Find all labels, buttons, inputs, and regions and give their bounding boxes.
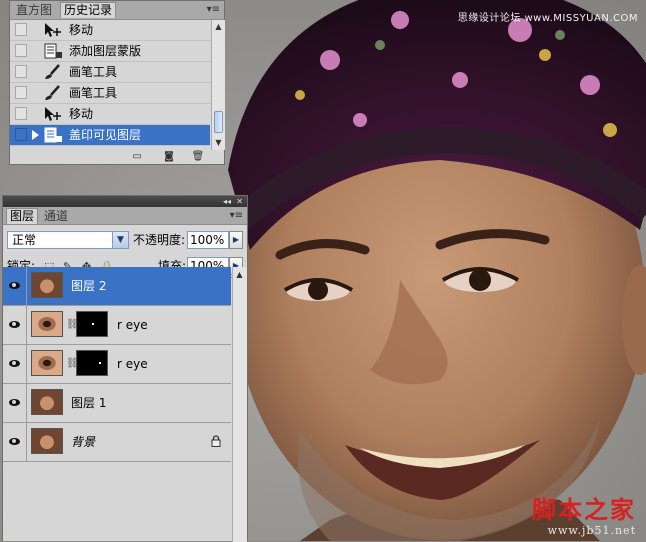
history-item[interactable]: 画笔工具 xyxy=(10,83,210,104)
opacity-input[interactable]: 100% xyxy=(187,231,229,249)
opacity-label: 不透明度: xyxy=(133,233,186,247)
blend-mode-value: 正常 xyxy=(12,233,37,247)
scroll-up-icon[interactable]: ▲ xyxy=(213,21,224,32)
snapshot-source-checkbox[interactable] xyxy=(15,86,27,99)
history-item[interactable]: 添加图层蒙版 xyxy=(10,41,210,62)
panel-menu-icon[interactable]: ▾≡ xyxy=(230,208,243,223)
new-document-from-state-icon[interactable]: ▭ xyxy=(130,151,144,163)
visibility-toggle[interactable] xyxy=(3,345,27,383)
eye-icon[interactable] xyxy=(9,321,20,328)
layer-row[interactable]: 背景 xyxy=(3,423,231,462)
snapshot-source-checkbox[interactable] xyxy=(15,23,27,36)
layer-row[interactable]: 图层 1 xyxy=(3,384,231,423)
layer-name[interactable]: 图层 2 xyxy=(71,278,106,294)
move-tool-icon xyxy=(45,23,61,37)
layer-thumbnail[interactable] xyxy=(31,272,63,298)
visibility-toggle[interactable] xyxy=(3,423,27,461)
layers-panel: ◂◂ ✕ 图层 通道 ▾≡ 正常 ▼ 不透明度: 100% ▶ 锁定: ⬚ ✎ … xyxy=(2,195,248,542)
blend-mode-select[interactable]: 正常 ▼ xyxy=(7,231,129,249)
layer-name[interactable]: r eye xyxy=(117,356,148,372)
panel-menu-icon[interactable]: ▾≡ xyxy=(207,2,220,17)
history-footer: ▭ ◙ 🗑 xyxy=(10,150,224,164)
collapse-panel-icon[interactable]: ◂◂ xyxy=(223,196,231,207)
chevron-down-icon[interactable]: ▼ xyxy=(112,232,128,248)
history-item-label: 移动 xyxy=(69,23,94,37)
history-state-icon xyxy=(44,127,62,143)
opacity-slider-arrow-icon[interactable]: ▶ xyxy=(229,231,243,249)
layers-titlebar[interactable]: ◂◂ ✕ xyxy=(3,196,247,207)
layer-mask-thumbnail[interactable] xyxy=(76,350,108,376)
history-item[interactable]: 画笔工具 xyxy=(10,62,210,83)
brush-icon xyxy=(45,85,60,100)
history-item-label: 画笔工具 xyxy=(69,86,118,100)
history-item[interactable]: 移动 xyxy=(10,20,210,41)
history-tabrow: 直方图 历史记录 ▾≡ xyxy=(10,1,224,20)
layer-row[interactable]: 图层 2 xyxy=(3,267,231,306)
history-state-icon xyxy=(44,43,62,59)
layers-scrollbar[interactable]: ▲ xyxy=(232,267,247,542)
history-item-selected[interactable]: 盖印可见图层 xyxy=(10,125,210,146)
visibility-toggle[interactable] xyxy=(3,267,27,305)
move-tool-icon xyxy=(45,107,61,121)
tab-history[interactable]: 历史记录 xyxy=(60,2,117,18)
history-state-pointer-icon[interactable] xyxy=(32,130,39,140)
layers-list: 图层 2 ⛓ r eye ⛓ r eye 图层 1 背景 xyxy=(3,267,231,542)
history-item[interactable]: 移动 xyxy=(10,104,210,125)
history-list: 移动 添加图层蒙版 画笔工具 画笔工具 移动 盖印可见图层 xyxy=(10,20,210,150)
visibility-toggle[interactable] xyxy=(3,306,27,344)
layer-name[interactable]: r eye xyxy=(117,317,148,333)
eye-icon[interactable] xyxy=(9,399,20,406)
layer-name[interactable]: 背景 xyxy=(71,434,95,450)
visibility-toggle[interactable] xyxy=(3,384,27,422)
history-scrollbar[interactable]: ▲ ▼ xyxy=(211,20,225,150)
eye-icon[interactable] xyxy=(9,360,20,367)
watermark-missyuan: 思缘设计论坛 www.MISSYUAN.COM xyxy=(457,13,638,24)
layer-thumbnail[interactable] xyxy=(31,389,63,415)
watermark-url: www.jb51.net xyxy=(547,524,636,537)
close-icon[interactable]: ✕ xyxy=(236,196,243,207)
watermark-jb51: 脚本之家 www.jb51.net xyxy=(532,495,636,538)
tab-channels[interactable]: 通道 xyxy=(41,209,71,224)
history-panel: 直方图 历史记录 ▾≡ 移动 添加图层蒙版 画笔工具 画笔工具 移动 盖印可见图… xyxy=(9,0,225,165)
history-item-label: 添加图层蒙版 xyxy=(69,44,142,58)
layer-row[interactable]: ⛓ r eye xyxy=(3,306,231,345)
history-item-label: 移动 xyxy=(69,107,94,121)
lock-icon xyxy=(211,435,221,447)
eye-icon[interactable] xyxy=(9,282,20,289)
scroll-thumb[interactable] xyxy=(214,111,223,133)
mask-spot xyxy=(99,362,101,364)
eye-icon[interactable] xyxy=(9,438,20,445)
layer-thumbnail[interactable] xyxy=(31,311,63,337)
snapshot-source-checkbox[interactable] xyxy=(15,44,27,57)
layer-thumbnail[interactable] xyxy=(31,428,63,454)
camera-snapshot-icon[interactable]: ◙ xyxy=(162,151,176,163)
layer-mask-thumbnail[interactable] xyxy=(76,311,108,337)
tab-layers[interactable]: 图层 xyxy=(6,208,39,224)
brush-icon xyxy=(45,64,60,79)
layer-name[interactable]: 图层 1 xyxy=(71,395,106,411)
snapshot-source-checkbox[interactable] xyxy=(15,107,27,120)
scroll-up-icon[interactable]: ▲ xyxy=(234,269,245,280)
layer-thumbnail[interactable] xyxy=(31,350,63,376)
layer-row[interactable]: ⛓ r eye xyxy=(3,345,231,384)
tab-histogram[interactable]: 直方图 xyxy=(13,3,55,18)
snapshot-source-checkbox[interactable] xyxy=(15,65,27,78)
layers-tabrow: 图层 通道 ▾≡ xyxy=(3,207,247,225)
history-item-label: 画笔工具 xyxy=(69,65,118,79)
trash-icon[interactable]: 🗑 xyxy=(191,151,205,163)
snapshot-source-checkbox[interactable] xyxy=(15,128,27,141)
watermark-brand: 脚本之家 xyxy=(532,495,636,524)
mask-spot xyxy=(92,323,94,325)
scroll-down-icon[interactable]: ▼ xyxy=(213,137,224,148)
history-item-label: 盖印可见图层 xyxy=(69,128,142,142)
